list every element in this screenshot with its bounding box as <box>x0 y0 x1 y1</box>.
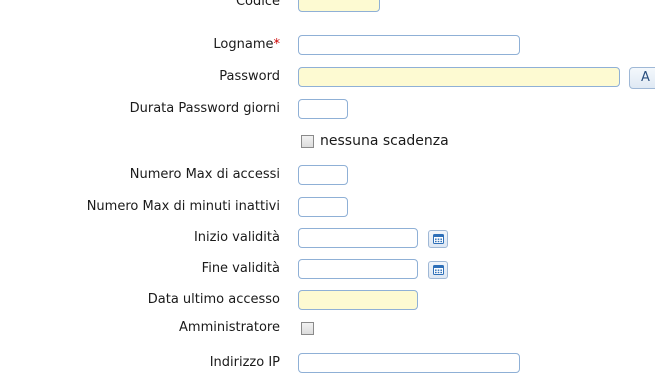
password-label: Password <box>219 69 280 84</box>
required-mark: * <box>273 37 281 52</box>
fine-validita-label: Fine validità <box>201 261 280 276</box>
numero-max-accessi-input[interactable] <box>298 165 348 185</box>
row-data-ultimo-accesso: Data ultimo accesso <box>0 287 655 313</box>
row-inizio-validita: Inizio validità <box>0 225 655 251</box>
row-indirizzo-ip: Indirizzo IP <box>0 350 655 376</box>
codice-label: Codice <box>235 0 280 9</box>
nessuna-scadenza-label: nessuna scadenza <box>320 133 449 149</box>
row-codice: Codice <box>0 0 655 15</box>
logname-label-text: Logname <box>213 37 274 52</box>
password-action-button[interactable]: A <box>629 67 655 89</box>
fine-validita-input[interactable] <box>298 259 418 279</box>
inizio-validita-label: Inizio validità <box>193 230 280 245</box>
row-durata-password: Durata Password giorni <box>0 96 655 122</box>
calendar-icon <box>433 234 444 244</box>
calendar-icon <box>433 265 444 275</box>
nessuna-scadenza-checkbox[interactable] <box>301 135 314 148</box>
data-ultimo-accesso-input[interactable] <box>298 290 418 310</box>
inizio-validita-input[interactable] <box>298 228 418 248</box>
amministratore-label: Amministratore <box>179 320 280 335</box>
numero-max-minuti-input[interactable] <box>298 197 348 217</box>
row-password: Password A <box>0 64 655 90</box>
numero-max-minuti-label: Numero Max di minuti inattivi <box>86 199 280 214</box>
row-fine-validita: Fine validità <box>0 256 655 282</box>
row-amministratore: Amministratore <box>0 315 655 341</box>
durata-password-input[interactable] <box>298 99 348 119</box>
logname-label: Logname* <box>213 32 280 58</box>
inizio-validita-calendar-button[interactable] <box>428 230 448 248</box>
row-nessuna-scadenza: nessuna scadenza <box>0 128 655 154</box>
durata-password-label: Durata Password giorni <box>129 101 280 116</box>
indirizzo-ip-label: Indirizzo IP <box>209 355 280 370</box>
amministratore-checkbox[interactable] <box>301 322 314 335</box>
fine-validita-calendar-button[interactable] <box>428 261 448 279</box>
row-logname: Logname* <box>0 32 655 58</box>
row-numero-max-minuti: Numero Max di minuti inattivi <box>0 194 655 220</box>
codice-input[interactable] <box>298 0 380 12</box>
data-ultimo-accesso-label: Data ultimo accesso <box>147 292 280 307</box>
numero-max-accessi-label: Numero Max di accessi <box>129 167 280 182</box>
indirizzo-ip-input[interactable] <box>298 353 520 373</box>
password-input[interactable] <box>298 67 620 87</box>
logname-input[interactable] <box>298 35 520 55</box>
row-numero-max-accessi: Numero Max di accessi <box>0 162 655 188</box>
